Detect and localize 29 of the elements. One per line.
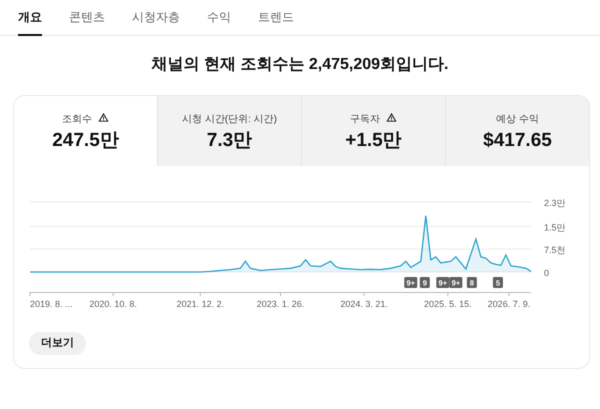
- axis-label: 2025. 5. 15.: [424, 299, 472, 309]
- tab[interactable]: 수익: [207, 0, 231, 36]
- headline: 채널의 현재 조회수는 2,475,209회입니다.: [150, 55, 450, 75]
- metric-value: 247.5만: [51, 130, 120, 153]
- axis-label: 7.5천: [544, 245, 566, 256]
- more-button[interactable]: 더보기: [29, 332, 86, 355]
- metric-label: 조회수: [62, 114, 92, 125]
- axis-label: 2026. 7. 9.: [488, 299, 530, 309]
- axis-label: 0: [544, 268, 550, 278]
- axis-label: 2019. 8. ...: [30, 299, 73, 309]
- axis-label: 2023. 1. 26.: [256, 299, 304, 309]
- metric-label: 예상 수익: [496, 114, 539, 125]
- metric-label: 구독자: [350, 114, 380, 125]
- tab[interactable]: 개요: [18, 0, 42, 36]
- axis-label: 2020. 10. 8.: [89, 299, 137, 309]
- metric-label: 시청 시간(단위: 시간): [182, 114, 277, 125]
- metric-value: $417.65: [482, 130, 553, 153]
- tab[interactable]: 트렌드: [258, 0, 294, 36]
- metric-value: 7.3만: [206, 130, 254, 153]
- tab[interactable]: 시청자층: [132, 0, 180, 36]
- axis-label: 1.5만: [544, 222, 566, 232]
- axis-label: 2024. 3. 21.: [340, 299, 388, 309]
- metric-value: +1.5만: [344, 130, 403, 153]
- metric-tile[interactable]: 예상 수익 $417.65: [445, 96, 589, 166]
- axis-label: 2021. 12. 2.: [176, 299, 224, 309]
- axis-label: 2.3만: [544, 198, 566, 208]
- metric-tile[interactable]: 시청 시간(단위: 시간) 7.3만: [157, 96, 301, 166]
- tab[interactable]: 콘텐츠: [69, 0, 105, 36]
- metric-tile[interactable]: 구독자 +1.5만: [301, 96, 445, 166]
